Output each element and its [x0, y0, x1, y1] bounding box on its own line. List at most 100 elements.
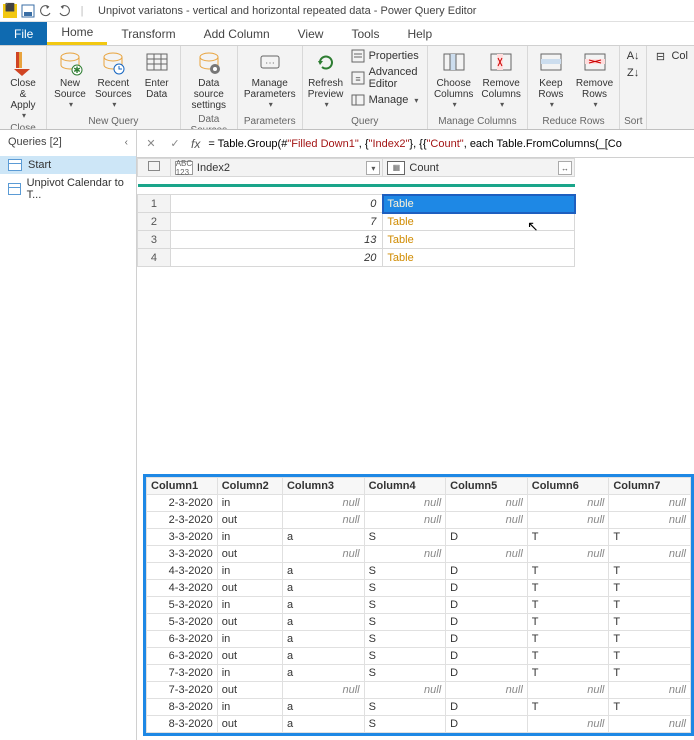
row-number[interactable]: 1	[138, 195, 171, 213]
corner-cell[interactable]	[138, 159, 171, 177]
preview-cell[interactable]: null	[282, 512, 364, 529]
preview-cell[interactable]: T	[527, 631, 609, 648]
preview-cell[interactable]: 3-3-2020	[147, 546, 218, 563]
tab-addcolumn[interactable]: Add Column	[190, 22, 284, 45]
table-row[interactable]: 8-3-2020inaSDTT	[147, 699, 691, 716]
queries-header[interactable]: Queries [2] ‹	[0, 130, 136, 154]
preview-cell[interactable]: null	[609, 495, 691, 512]
preview-cell[interactable]: out	[217, 546, 282, 563]
formula-text[interactable]: = Table.Group(#"Filled Down1", {"Index2"…	[208, 137, 622, 150]
preview-cell[interactable]: D	[446, 563, 528, 580]
table-row[interactable]: 420Table	[138, 249, 575, 267]
preview-cell[interactable]: D	[446, 614, 528, 631]
preview-cell[interactable]: null	[446, 546, 528, 563]
column-expand-button[interactable]: ↔	[558, 161, 572, 175]
preview-cell[interactable]: T	[609, 580, 691, 597]
preview-cell[interactable]: null	[609, 512, 691, 529]
close-apply-button[interactable]: Close & Apply▾	[4, 48, 42, 122]
preview-cell[interactable]: in	[217, 699, 282, 716]
preview-cell[interactable]: 4-3-2020	[147, 580, 218, 597]
cell-count-table[interactable]: Table	[383, 213, 575, 231]
table-row[interactable]: 3-3-2020outnullnullnullnullnull	[147, 546, 691, 563]
tab-transform[interactable]: Transform	[107, 22, 189, 45]
column-header-count[interactable]: ▦ Count ↔	[383, 159, 575, 177]
preview-cell[interactable]: T	[527, 665, 609, 682]
sort-desc-button[interactable]: Z↓	[624, 65, 642, 81]
cancel-formula-button[interactable]: ✕	[143, 136, 159, 152]
cell-count-table[interactable]: Table	[383, 195, 575, 213]
datatype-any-icon[interactable]: ABC 123	[175, 161, 193, 175]
preview-cell[interactable]: null	[527, 512, 609, 529]
fx-icon[interactable]: fx	[191, 137, 200, 151]
preview-cell[interactable]: null	[364, 682, 446, 699]
preview-cell[interactable]: S	[364, 665, 446, 682]
table-preview-pane[interactable]: Column1Column2Column3Column4Column5Colum…	[143, 474, 694, 736]
result-grid[interactable]: ABC 123 Index2 ▾ ▦ Count ↔ 10Table27	[137, 158, 694, 267]
preview-cell[interactable]: null	[364, 495, 446, 512]
query-item-start[interactable]: Start	[0, 156, 136, 174]
preview-cell[interactable]: null	[527, 682, 609, 699]
table-row[interactable]: 4-3-2020outaSDTT	[147, 580, 691, 597]
preview-column-header[interactable]: Column1	[147, 478, 218, 495]
table-row[interactable]: 7-3-2020inaSDTT	[147, 665, 691, 682]
table-row[interactable]: 27Table	[138, 213, 575, 231]
preview-cell[interactable]: S	[364, 716, 446, 733]
manage-button[interactable]: Manage▾	[349, 92, 423, 108]
row-number[interactable]: 3	[138, 231, 171, 249]
table-row[interactable]: 2-3-2020outnullnullnullnullnull	[147, 512, 691, 529]
preview-cell[interactable]: out	[217, 512, 282, 529]
undo-icon[interactable]	[38, 3, 54, 19]
cell-count-table[interactable]: Table	[383, 231, 575, 249]
preview-table[interactable]: Column1Column2Column3Column4Column5Colum…	[146, 477, 691, 733]
preview-cell[interactable]: out	[217, 716, 282, 733]
preview-cell[interactable]: S	[364, 597, 446, 614]
query-item-unpivot[interactable]: Unpivot Calendar to T...	[0, 174, 136, 204]
recent-sources-button[interactable]: Recent Sources▾	[93, 48, 134, 111]
table-row[interactable]: 8-3-2020outaSDnullnull	[147, 716, 691, 733]
preview-cell[interactable]: S	[364, 631, 446, 648]
preview-cell[interactable]: T	[527, 699, 609, 716]
preview-cell[interactable]: out	[217, 580, 282, 597]
preview-cell[interactable]: out	[217, 648, 282, 665]
preview-cell[interactable]: 2-3-2020	[147, 495, 218, 512]
preview-cell[interactable]: null	[282, 682, 364, 699]
preview-cell[interactable]: T	[609, 631, 691, 648]
table-row[interactable]: 2-3-2020innullnullnullnullnull	[147, 495, 691, 512]
preview-cell[interactable]: null	[446, 512, 528, 529]
preview-cell[interactable]: in	[217, 665, 282, 682]
preview-cell[interactable]: S	[364, 614, 446, 631]
preview-cell[interactable]: 4-3-2020	[147, 563, 218, 580]
table-row[interactable]: 4-3-2020inaSDTT	[147, 563, 691, 580]
row-number[interactable]: 4	[138, 249, 171, 267]
preview-cell[interactable]: out	[217, 682, 282, 699]
preview-cell[interactable]: D	[446, 716, 528, 733]
cell-index2[interactable]: 13	[170, 231, 383, 249]
preview-cell[interactable]: null	[609, 682, 691, 699]
preview-cell[interactable]: null	[446, 495, 528, 512]
datatype-table-icon[interactable]: ▦	[387, 161, 405, 175]
preview-cell[interactable]: 8-3-2020	[147, 699, 218, 716]
preview-cell[interactable]: D	[446, 597, 528, 614]
preview-cell[interactable]: null	[446, 682, 528, 699]
row-number[interactable]: 2	[138, 213, 171, 231]
tab-tools[interactable]: Tools	[337, 22, 393, 45]
preview-cell[interactable]: null	[282, 546, 364, 563]
preview-cell[interactable]: S	[364, 699, 446, 716]
choose-columns-button[interactable]: Choose Columns▾	[432, 48, 475, 111]
preview-cell[interactable]: D	[446, 529, 528, 546]
new-source-button[interactable]: ✱ New Source▾	[51, 48, 89, 111]
preview-cell[interactable]: a	[282, 597, 364, 614]
table-row[interactable]: 313Table	[138, 231, 575, 249]
keep-rows-button[interactable]: Keep Rows▾	[532, 48, 570, 111]
remove-columns-button[interactable]: Remove Columns▾	[479, 48, 522, 111]
redo-icon[interactable]	[56, 3, 72, 19]
table-row[interactable]: 7-3-2020outnullnullnullnullnull	[147, 682, 691, 699]
preview-cell[interactable]: a	[282, 699, 364, 716]
preview-cell[interactable]: a	[282, 716, 364, 733]
manage-parameters-button[interactable]: ⋯ Manage Parameters▾	[242, 48, 298, 111]
tab-file[interactable]: File	[0, 22, 47, 45]
preview-cell[interactable]: null	[364, 512, 446, 529]
preview-cell[interactable]: a	[282, 631, 364, 648]
refresh-preview-button[interactable]: Refresh Preview▾	[307, 48, 345, 111]
preview-cell[interactable]: out	[217, 614, 282, 631]
